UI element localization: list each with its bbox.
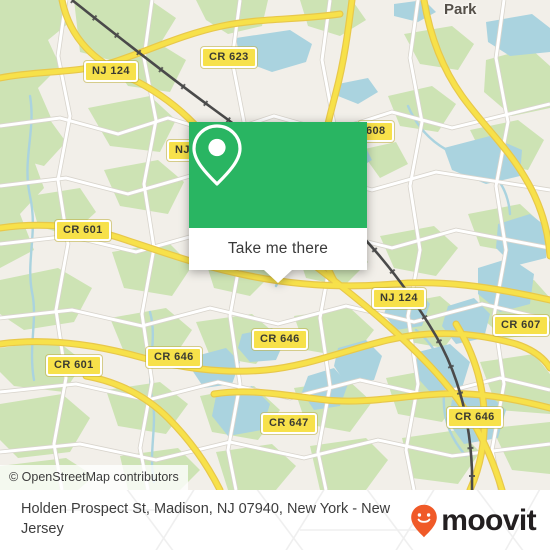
map-attribution[interactable]: © OpenStreetMap contributors xyxy=(0,465,188,490)
road-shield-cr-607[interactable]: CR 607 xyxy=(493,315,549,336)
moovit-wordmark: moovit xyxy=(441,504,536,537)
app-root: Park NJ 124 CR 623 NJ 608 CR 601 NJ 124 … xyxy=(0,0,550,550)
road-shield-cr-601-w[interactable]: CR 601 xyxy=(55,220,111,241)
road-shield-cr-601-sw[interactable]: CR 601 xyxy=(46,355,102,376)
moovit-pin-smile-icon xyxy=(411,504,438,538)
road-shield-cr-623[interactable]: CR 623 xyxy=(201,47,257,68)
road-shield-cr-647[interactable]: CR 647 xyxy=(261,413,317,434)
road-shield-nj-124-e[interactable]: NJ 124 xyxy=(372,288,426,309)
popup-tail xyxy=(264,270,292,283)
popup-header xyxy=(189,122,367,228)
place-label: Park xyxy=(444,1,477,18)
map-canvas[interactable]: Park NJ 124 CR 623 NJ 608 CR 601 NJ 124 … xyxy=(0,0,550,490)
road-shield-nj-124-nw[interactable]: NJ 124 xyxy=(84,61,138,82)
popup-action-label: Take me there xyxy=(227,240,329,257)
map-pin-icon xyxy=(192,124,242,186)
road-shield-cr-646-w[interactable]: CR 646 xyxy=(146,347,202,368)
road-shield-cr-646-e[interactable]: CR 646 xyxy=(447,407,503,428)
location-popup[interactable]: Take me there xyxy=(189,122,367,283)
footer-bar: Holden Prospect St, Madison, NJ 07940, N… xyxy=(0,490,550,550)
road-shield-cr-646-c[interactable]: CR 646 xyxy=(252,329,308,350)
moovit-logo[interactable]: moovit xyxy=(410,504,537,538)
location-title: Holden Prospect St, Madison, NJ 07940, N… xyxy=(21,501,391,537)
popup-action[interactable]: Take me there xyxy=(189,228,367,270)
